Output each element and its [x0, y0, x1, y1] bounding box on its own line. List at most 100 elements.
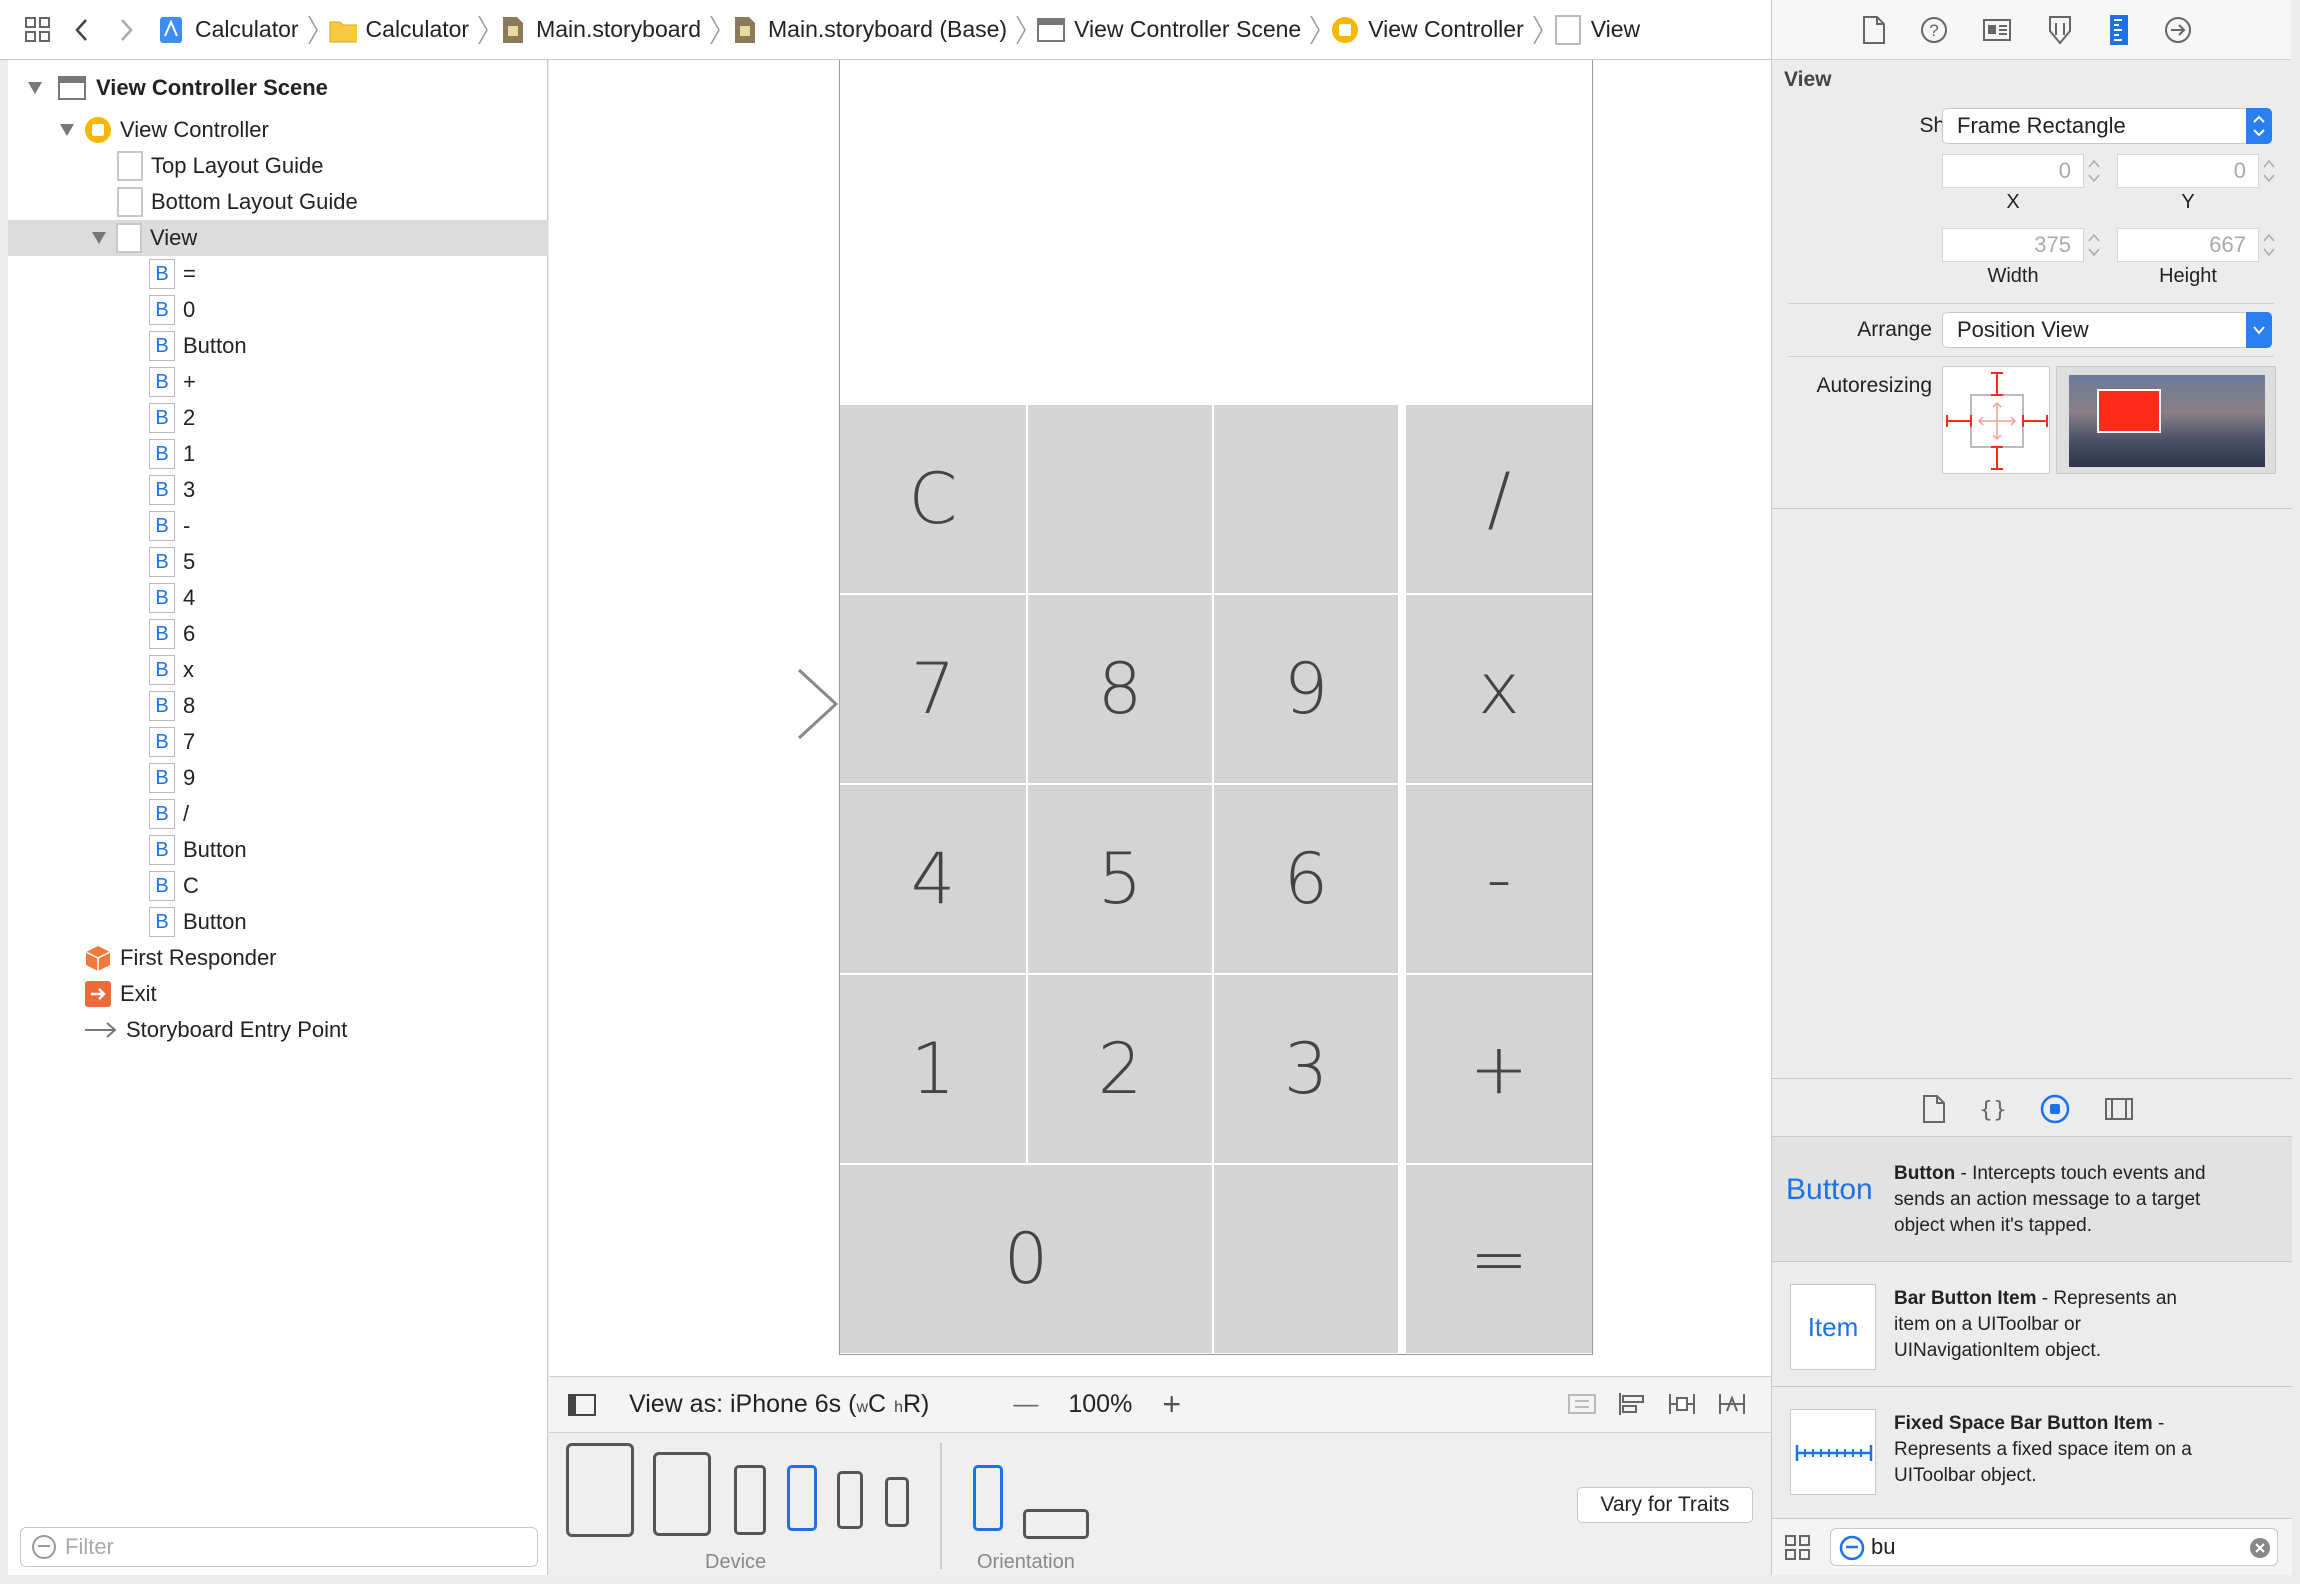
- back-arrow-icon[interactable]: [62, 10, 102, 50]
- pin-icon[interactable]: [1667, 1391, 1697, 1417]
- breadcrumb-storyboard[interactable]: Main.storyboard: [491, 12, 723, 48]
- landscape-orientation-icon[interactable]: [1023, 1509, 1089, 1539]
- autoresizing-mask-editor[interactable]: [1942, 366, 2050, 474]
- calc-button[interactable]: 7: [840, 595, 1026, 783]
- zoom-out-button[interactable]: —: [1013, 1390, 1038, 1419]
- calc-button[interactable]: =: [1406, 1165, 1592, 1353]
- object-library-icon[interactable]: [2040, 1094, 2070, 1124]
- library-item-fixed-space[interactable]: Fixed Space Bar Button Item - Represents …: [1772, 1387, 2292, 1511]
- embed-in-stack-icon[interactable]: [1567, 1391, 1597, 1417]
- iphone-3-5-inch-device-icon[interactable]: [885, 1477, 909, 1527]
- tree-row-button[interactable]: B1: [8, 436, 548, 472]
- tree-row-button[interactable]: B Button: [8, 832, 548, 868]
- height-stepper-icon[interactable]: [2261, 228, 2277, 262]
- ipad-device-icon[interactable]: [653, 1452, 711, 1536]
- y-stepper-icon[interactable]: [2261, 154, 2277, 188]
- breadcrumb-scene[interactable]: View Controller Scene: [1029, 12, 1323, 48]
- calc-button[interactable]: x: [1406, 595, 1592, 783]
- tree-row-scene[interactable]: View Controller Scene: [8, 70, 548, 106]
- tree-row-top-layout-guide[interactable]: Top Layout Guide: [8, 148, 548, 184]
- related-items-grid-icon[interactable]: [18, 10, 58, 50]
- toggle-outline-icon[interactable]: [567, 1392, 597, 1418]
- forward-arrow-icon[interactable]: [106, 10, 146, 50]
- tree-row-button[interactable]: B8: [8, 688, 548, 724]
- calc-button[interactable]: 2: [1028, 975, 1212, 1163]
- height-field[interactable]: 667: [2117, 228, 2259, 262]
- grid-view-icon[interactable]: [1784, 1534, 1812, 1562]
- align-icon[interactable]: [1617, 1391, 1647, 1417]
- width-field[interactable]: 375: [1942, 228, 2084, 262]
- calc-button[interactable]: 4: [840, 785, 1026, 973]
- tree-row-button[interactable]: B3: [8, 472, 548, 508]
- calc-button[interactable]: 3: [1214, 975, 1398, 1163]
- tree-row-button[interactable]: BC: [8, 868, 548, 904]
- tree-row-exit[interactable]: Exit: [8, 976, 548, 1012]
- zoom-in-button[interactable]: +: [1162, 1386, 1181, 1423]
- view-as-label[interactable]: View as: iPhone 6s (wC hR): [629, 1390, 929, 1419]
- width-stepper-icon[interactable]: [2086, 228, 2102, 262]
- outline-filter-field[interactable]: Filter: [20, 1527, 538, 1567]
- x-stepper-icon[interactable]: [2086, 154, 2102, 188]
- calc-button[interactable]: 6: [1214, 785, 1398, 973]
- vary-for-traits-button[interactable]: Vary for Traits: [1577, 1487, 1753, 1523]
- media-library-icon[interactable]: [2104, 1096, 2134, 1122]
- y-field[interactable]: 0: [2117, 154, 2259, 188]
- ipad-pro-device-icon[interactable]: [566, 1443, 634, 1537]
- tree-row-button[interactable]: B6: [8, 616, 548, 652]
- tree-row-button[interactable]: B9: [8, 760, 548, 796]
- calc-button[interactable]: 0: [840, 1165, 1212, 1353]
- tree-row-button[interactable]: B +: [8, 364, 548, 400]
- calc-button[interactable]: 8: [1028, 595, 1212, 783]
- tree-row-button[interactable]: B Button: [8, 328, 548, 364]
- tree-row-button[interactable]: B =: [8, 256, 548, 292]
- iphone-view-frame[interactable]: C / 7 8 9 x 4 5 6- 1 2 3 +0 =: [839, 60, 1593, 1355]
- calc-button[interactable]: [1214, 405, 1398, 593]
- calc-button[interactable]: -: [1406, 785, 1592, 973]
- disclosure-down-icon[interactable]: [56, 119, 78, 141]
- resolve-issues-icon[interactable]: [1717, 1391, 1747, 1417]
- disclosure-down-icon[interactable]: [24, 77, 46, 99]
- disclosure-down-icon[interactable]: [88, 227, 110, 249]
- tree-row-button[interactable]: B7: [8, 724, 548, 760]
- arrange-popup[interactable]: Position View: [1942, 312, 2272, 348]
- breadcrumb-folder[interactable]: Calculator: [321, 12, 492, 48]
- calc-button[interactable]: [1028, 405, 1212, 593]
- tree-row-button[interactable]: Bx: [8, 652, 548, 688]
- file-inspector-icon[interactable]: [1862, 15, 1886, 44]
- storyboard-canvas[interactable]: C / 7 8 9 x 4 5 6- 1 2 3 +0 =: [549, 60, 1771, 1376]
- tree-row-button[interactable]: B5: [8, 544, 548, 580]
- iphone-plus-device-icon[interactable]: [734, 1465, 766, 1535]
- tree-row-button[interactable]: B Button: [8, 904, 548, 940]
- code-snippet-library-icon[interactable]: {}: [1980, 1095, 2006, 1123]
- library-item-button[interactable]: Button Button - Intercepts touch events …: [1772, 1137, 2292, 1261]
- breadcrumb-storyboard-base[interactable]: Main.storyboard (Base): [723, 12, 1029, 48]
- size-inspector-icon[interactable]: [2108, 14, 2130, 46]
- library-search-field[interactable]: bu: [1830, 1528, 2278, 1566]
- attributes-inspector-icon[interactable]: [2046, 15, 2074, 45]
- connections-inspector-icon[interactable]: [2164, 16, 2192, 44]
- quick-help-icon[interactable]: ?: [1920, 16, 1948, 44]
- calc-button[interactable]: /: [1406, 405, 1592, 593]
- file-template-library-icon[interactable]: [1922, 1095, 1946, 1123]
- calc-button[interactable]: +: [1406, 975, 1592, 1163]
- tree-row-button[interactable]: B0: [8, 292, 548, 328]
- breadcrumb-view[interactable]: View: [1546, 14, 1640, 45]
- x-field[interactable]: 0: [1942, 154, 2084, 188]
- tree-row-button[interactable]: B4: [8, 580, 548, 616]
- calc-button[interactable]: C: [840, 405, 1026, 593]
- clear-search-icon[interactable]: [2249, 1537, 2271, 1559]
- calc-button[interactable]: [1214, 1165, 1398, 1353]
- tree-row-view-controller[interactable]: View Controller: [8, 112, 548, 148]
- calc-button[interactable]: 9: [1214, 595, 1398, 783]
- tree-row-button[interactable]: B2: [8, 400, 548, 436]
- iphone-6s-device-icon-selected[interactable]: [787, 1465, 817, 1531]
- library-item-bar-button-item[interactable]: Item Bar Button Item - Represents an item…: [1772, 1262, 2292, 1386]
- portrait-orientation-icon[interactable]: [973, 1465, 1003, 1531]
- tree-row-button[interactable]: B /: [8, 796, 548, 832]
- iphone-4-inch-device-icon[interactable]: [837, 1471, 863, 1529]
- calc-button[interactable]: 5: [1028, 785, 1212, 973]
- breadcrumb-project[interactable]: Calculator: [150, 12, 321, 48]
- tree-row-view[interactable]: View: [8, 220, 548, 256]
- tree-row-bottom-layout-guide[interactable]: Bottom Layout Guide: [8, 184, 548, 220]
- tree-row-entry-point[interactable]: Storyboard Entry Point: [8, 1012, 548, 1048]
